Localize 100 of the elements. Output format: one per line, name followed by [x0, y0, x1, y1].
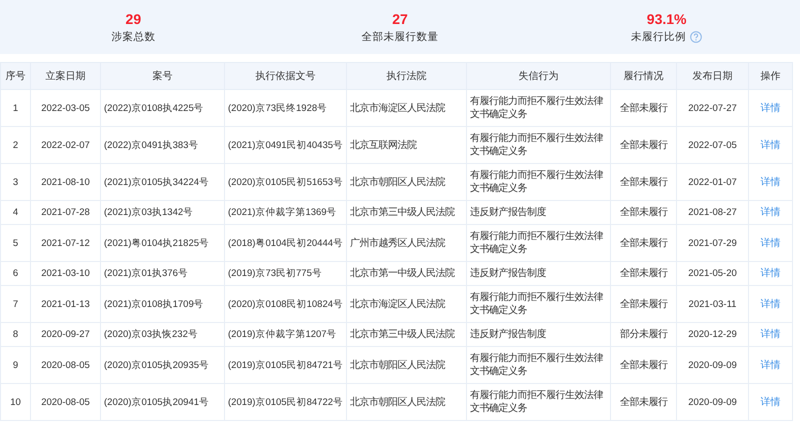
table-cell: (2022)京0491执383号 — [100, 126, 224, 164]
table-cell: 2022-03-05 — [30, 90, 100, 126]
table-cell: 北京互联网法院 — [346, 126, 466, 164]
table-cell: 违反财产报告制度 — [466, 262, 610, 286]
table-cell: 2021-03-10 — [30, 262, 100, 286]
table-cell: 2021-07-12 — [30, 224, 100, 262]
help-icon[interactable] — [690, 30, 702, 42]
table-cell: 有履行能力而拒不履行生效法律文书确定义务 — [466, 224, 610, 262]
column-header: 案号 — [100, 62, 224, 90]
table-cell: 全部未履行 — [610, 384, 676, 420]
table-cell: 2 — [0, 126, 30, 164]
column-header: 执行依据文号 — [224, 62, 346, 90]
table-cell: 2020-09-09 — [676, 384, 748, 420]
stat-value: 29 — [126, 10, 142, 26]
table-cell: 2021-07-28 — [30, 200, 100, 224]
table-cell: 北京市海淀区人民法院 — [346, 286, 466, 322]
table-cell: (2020)京73民终1928号 — [224, 90, 346, 126]
table-cell: 有履行能力而拒不履行生效法律文书确定义务 — [466, 126, 610, 164]
table-cell: 2020-09-27 — [30, 322, 100, 346]
column-header: 操作 — [748, 62, 792, 90]
detail-link[interactable]: 详情 — [760, 360, 780, 370]
table-cell: 全部未履行 — [610, 200, 676, 224]
table-cell: (2021)京0491民初40435号 — [224, 126, 346, 164]
table-cell: 有履行能力而拒不履行生效法律文书确定义务 — [466, 346, 610, 384]
detail-link[interactable]: 详情 — [760, 140, 780, 150]
table-cell: 2022-01-07 — [676, 164, 748, 200]
column-header: 发布日期 — [676, 62, 748, 90]
table-cell: (2020)京0108民初10824号 — [224, 286, 346, 322]
table-cell: 5 — [0, 224, 30, 262]
table-cell: (2020)京0105执20935号 — [100, 346, 224, 384]
table-cell: 9 — [0, 346, 30, 384]
table-cell: 有履行能力而拒不履行生效法律文书确定义务 — [466, 286, 610, 322]
table-cell: (2018)粤0104民初20444号 — [224, 224, 346, 262]
table-cell: (2019)京0105民初84721号 — [224, 346, 346, 384]
table-cell: (2021)京03执1342号 — [100, 200, 224, 224]
stat-label: 涉案总数 — [111, 30, 156, 44]
table-cell: (2021)京仲裁字第1369号 — [224, 200, 346, 224]
stat-label: 全部未履行数量 — [361, 30, 438, 44]
table-cell: 1 — [0, 90, 30, 126]
table-cell: 10 — [0, 384, 30, 420]
table-cell: 2021-07-29 — [676, 224, 748, 262]
table-cell: 全部未履行 — [610, 224, 676, 262]
stat-value: 27 — [392, 10, 408, 26]
table-cell: (2021)粤0104执21825号 — [100, 224, 224, 262]
table-cell: 全部未履行 — [610, 164, 676, 200]
table-cell: 2022-07-27 — [676, 90, 748, 126]
table-cell: 全部未履行 — [610, 346, 676, 384]
table-cell: 部分未履行 — [610, 322, 676, 346]
table-cell: 2020-08-05 — [30, 384, 100, 420]
table-cell: (2020)京0105执20941号 — [100, 384, 224, 420]
table-cell: 北京市第一中级人民法院 — [346, 262, 466, 286]
table-cell: (2022)京0108执4225号 — [100, 90, 224, 126]
table-cell: 有履行能力而拒不履行生效法律文书确定义务 — [466, 90, 610, 126]
column-header: 履行情况 — [610, 62, 676, 90]
table-cell: 6 — [0, 262, 30, 286]
table-cell: (2021)京0108执1709号 — [100, 286, 224, 322]
table-cell: 违反财产报告制度 — [466, 200, 610, 224]
table-cell: 7 — [0, 286, 30, 322]
table-cell: 2021-01-13 — [30, 286, 100, 322]
table-cell: 4 — [0, 200, 30, 224]
table-cell: 2020-09-09 — [676, 346, 748, 384]
detail-link[interactable]: 详情 — [760, 176, 780, 188]
table-cell: 2021-08-27 — [676, 200, 748, 224]
table-cell: 北京市朝阳区人民法院 — [346, 164, 466, 200]
table-cell: 2020-08-05 — [30, 346, 100, 384]
table-cell: 北京市朝阳区人民法院 — [346, 346, 466, 384]
table-cell: 2021-08-10 — [30, 164, 100, 200]
table-cell: 全部未履行 — [610, 126, 676, 164]
detail-link[interactable]: 详情 — [760, 298, 780, 310]
stat-label: 未履行比例 — [631, 30, 686, 44]
detail-link[interactable]: 详情 — [760, 102, 780, 114]
table-cell: 2021-05-20 — [676, 262, 748, 286]
table-cell: (2021)京01执376号 — [100, 262, 224, 286]
table-cell: 2022-07-05 — [676, 126, 748, 164]
table-cell: 2021-03-11 — [676, 286, 748, 322]
table-cell: 2022-02-07 — [30, 126, 100, 164]
table-cell: (2021)京0105执34224号 — [100, 164, 224, 200]
table-cell: 有履行能力而拒不履行生效法律文书确定义务 — [466, 384, 610, 420]
detail-link[interactable]: 详情 — [760, 396, 780, 408]
table-cell: (2020)京03执恢232号 — [100, 322, 224, 346]
table-cell: 3 — [0, 164, 30, 200]
table-cell: 全部未履行 — [610, 262, 676, 286]
column-header: 立案日期 — [30, 62, 100, 90]
table-cell: 全部未履行 — [610, 90, 676, 126]
table-cell: (2020)京0105民初51653号 — [224, 164, 346, 200]
column-header: 序号 — [0, 62, 30, 90]
table-cell: 北京市第三中级人民法院 — [346, 200, 466, 224]
table-cell: 全部未履行 — [610, 286, 676, 322]
table-cell: 有履行能力而拒不履行生效法律文书确定义务 — [466, 164, 610, 200]
table-cell: 8 — [0, 322, 30, 346]
column-header: 失信行为 — [466, 62, 610, 90]
table-cell: 2020-12-29 — [676, 322, 748, 346]
column-header: 执行法院 — [346, 62, 466, 90]
table-cell: (2019)京73民初775号 — [224, 262, 346, 286]
stat-value: 93.1% — [646, 10, 686, 26]
table-cell: 北京市朝阳区人民法院 — [346, 384, 466, 420]
detail-link[interactable]: 详情 — [760, 238, 780, 248]
table-cell: (2019)京0105民初84722号 — [224, 384, 346, 420]
table-cell: 北京市第三中级人民法院 — [346, 322, 466, 346]
table-cell: (2019)京仲裁字第1207号 — [224, 322, 346, 346]
